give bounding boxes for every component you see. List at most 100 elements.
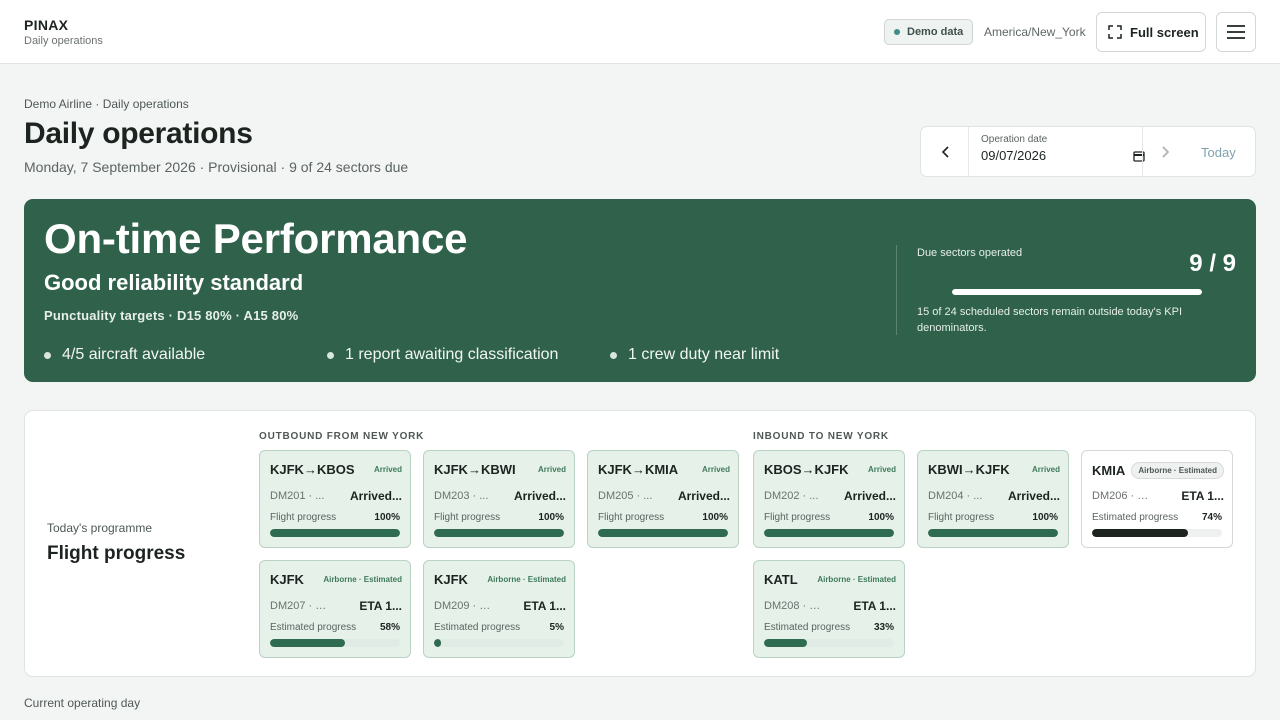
flight-card[interactable]: KMIA Airborne · Estimated DM206 · N1... ETA… bbox=[1081, 450, 1233, 548]
inbound-heading: INBOUND TO NEW YORK bbox=[753, 431, 889, 442]
flight-number: DM207 · N1... bbox=[270, 600, 334, 612]
flight-card[interactable]: KBWI→KJFK Arrived DM204 · ... Arrived... Fli… bbox=[917, 450, 1069, 548]
progress-value: 33% bbox=[873, 622, 894, 633]
flight-number: DM203 · ... bbox=[434, 490, 489, 502]
flight-card[interactable]: KATL Airborne · Estimated DM208 · N1... ETA… bbox=[753, 560, 905, 658]
progress-value: 74% bbox=[1201, 512, 1222, 523]
progress-label: Flight progress bbox=[270, 512, 337, 523]
current-operating-day-label: Current operating day bbox=[24, 696, 141, 710]
page-subtitle: Monday, 7 September 2026 · Provisional ·… bbox=[24, 159, 409, 175]
progress-bar bbox=[270, 639, 400, 647]
flight-card[interactable]: KJFK→KBWI Arrived DM203 · ... Arrived... Fli… bbox=[423, 450, 575, 548]
progress-value: 100% bbox=[702, 512, 728, 523]
flight-status-badge: Arrived bbox=[1031, 465, 1060, 474]
flight-time: Arrived... bbox=[1007, 489, 1060, 503]
flight-card[interactable]: KJFK Airborne · Estimated DM207 · N1... ETA… bbox=[259, 560, 411, 658]
flight-status-badge: Arrived bbox=[701, 465, 730, 474]
progress-bar-fill bbox=[598, 529, 728, 537]
hero-flag-aircraft: 4/5 aircraft available bbox=[44, 346, 205, 364]
progress-bar bbox=[1092, 529, 1222, 537]
operation-date-input[interactable]: 09/07/2026 bbox=[981, 148, 1046, 163]
progress-value: 100% bbox=[538, 512, 564, 523]
progress-value: 100% bbox=[1032, 512, 1058, 523]
flight-time: Arrived... bbox=[349, 489, 402, 503]
operation-date-label: Operation date bbox=[981, 134, 1048, 145]
bullet-icon bbox=[327, 351, 334, 359]
hero-flag-text: 4/5 aircraft available bbox=[62, 346, 206, 363]
flight-time: Arrived... bbox=[677, 489, 730, 503]
progress-bar bbox=[434, 529, 564, 537]
flight-time: Arrived... bbox=[513, 489, 566, 503]
progress-bar-fill bbox=[270, 639, 346, 647]
progress-label: Estimated progress bbox=[764, 622, 851, 633]
flight-card[interactable]: KJFK→KMIA Arrived DM205 · ... Arrived... Fli… bbox=[587, 450, 739, 548]
flight-status-badge: Arrived bbox=[373, 465, 402, 474]
progress-bar-fill bbox=[434, 529, 564, 537]
brand-subtitle: Daily operations bbox=[24, 35, 103, 47]
due-sectors-note: 15 of 24 scheduled sectors remain outsid… bbox=[917, 306, 1183, 334]
flight-time: ETA 1... bbox=[1181, 489, 1224, 503]
demo-data-badge: Demo data bbox=[884, 19, 974, 45]
progress-bar-fill bbox=[928, 529, 1058, 537]
progress-bar-fill bbox=[1092, 529, 1189, 537]
programme-title: Flight progress bbox=[47, 543, 186, 564]
progress-label: Flight progress bbox=[928, 512, 995, 523]
today-button[interactable]: Today bbox=[1201, 145, 1236, 160]
next-day-button[interactable] bbox=[1142, 127, 1188, 176]
progress-label: Flight progress bbox=[434, 512, 501, 523]
menu-button[interactable] bbox=[1216, 12, 1256, 52]
bullet-icon bbox=[44, 351, 51, 359]
progress-label: Flight progress bbox=[598, 512, 665, 523]
flight-time: ETA 1... bbox=[523, 599, 566, 613]
flight-route: KBWI→KJFK bbox=[928, 462, 1010, 477]
flight-time: Arrived... bbox=[843, 489, 896, 503]
flight-time: ETA 1... bbox=[359, 599, 402, 613]
breadcrumb: Demo Airline · Daily operations bbox=[24, 97, 189, 111]
previous-day-button[interactable] bbox=[921, 127, 969, 176]
flight-number: DM201 · ... bbox=[270, 490, 325, 502]
flight-card[interactable]: KBOS→KJFK Arrived DM202 · ... Arrived... Fli… bbox=[753, 450, 905, 548]
flight-status-badge: Airborne · Estimated bbox=[323, 575, 402, 584]
date-picker: Operation date 09/07/2026 Today bbox=[920, 126, 1256, 177]
progress-label: Estimated progress bbox=[270, 622, 357, 633]
progress-bar bbox=[598, 529, 728, 537]
flight-card[interactable]: KJFK Airborne · Estimated DM209 · N1... ETA… bbox=[423, 560, 575, 658]
flight-route: KJFK bbox=[270, 572, 304, 587]
flight-number: DM205 · ... bbox=[598, 490, 653, 502]
outbound-heading: OUTBOUND FROM NEW YORK bbox=[259, 431, 425, 442]
flight-route: KJFK→KBWI bbox=[434, 462, 516, 477]
progress-bar bbox=[434, 639, 564, 647]
hero-flag-text: 1 report awaiting classification bbox=[345, 346, 559, 363]
flight-number: DM204 · ... bbox=[928, 490, 983, 502]
flight-status-badge: Airborne · Estimated bbox=[1131, 462, 1224, 479]
flight-card[interactable]: KJFK→KBOS Arrived DM201 · ... Arrived... Fli… bbox=[259, 450, 411, 548]
brand-name: PINAX bbox=[24, 17, 69, 33]
fullscreen-icon bbox=[1108, 25, 1122, 39]
full-screen-label: Full screen bbox=[1130, 24, 1199, 40]
flight-route: KATL bbox=[764, 572, 798, 587]
progress-value: 100% bbox=[374, 512, 400, 523]
brand[interactable]: PINAX Daily operations bbox=[24, 17, 103, 47]
flight-status-badge: Airborne · Estimated bbox=[487, 575, 566, 584]
progress-value: 5% bbox=[549, 622, 564, 633]
flight-status-badge: Arrived bbox=[537, 465, 566, 474]
hero-divider bbox=[896, 245, 897, 335]
operation-date-field[interactable]: Operation date 09/07/2026 bbox=[981, 134, 1145, 163]
page-title: Daily operations bbox=[24, 117, 253, 150]
bullet-icon bbox=[610, 351, 617, 359]
flight-status-badge: Arrived bbox=[867, 465, 896, 474]
flight-route: KBOS→KJFK bbox=[764, 462, 849, 477]
progress-value: 100% bbox=[868, 512, 894, 523]
timezone-label: America/New_York bbox=[984, 25, 1086, 39]
progress-label: Estimated progress bbox=[434, 622, 521, 633]
flight-number: DM206 · N1... bbox=[1092, 490, 1156, 502]
programme-label: Today's programme bbox=[47, 521, 152, 535]
punctuality-targets: Punctuality targets · D15 80% · A15 80% bbox=[44, 308, 299, 323]
hero-title: On-time Performance bbox=[44, 215, 468, 262]
due-sectors-value: 9 / 9 bbox=[1189, 250, 1236, 277]
progress-bar-fill bbox=[434, 639, 441, 647]
hero-flag-text: 1 crew duty near limit bbox=[628, 346, 780, 363]
flight-progress-panel: Today's programme Flight progress OUTBOU… bbox=[24, 410, 1256, 677]
full-screen-button[interactable]: Full screen bbox=[1096, 12, 1206, 52]
flight-route: KMIA bbox=[1092, 463, 1126, 478]
